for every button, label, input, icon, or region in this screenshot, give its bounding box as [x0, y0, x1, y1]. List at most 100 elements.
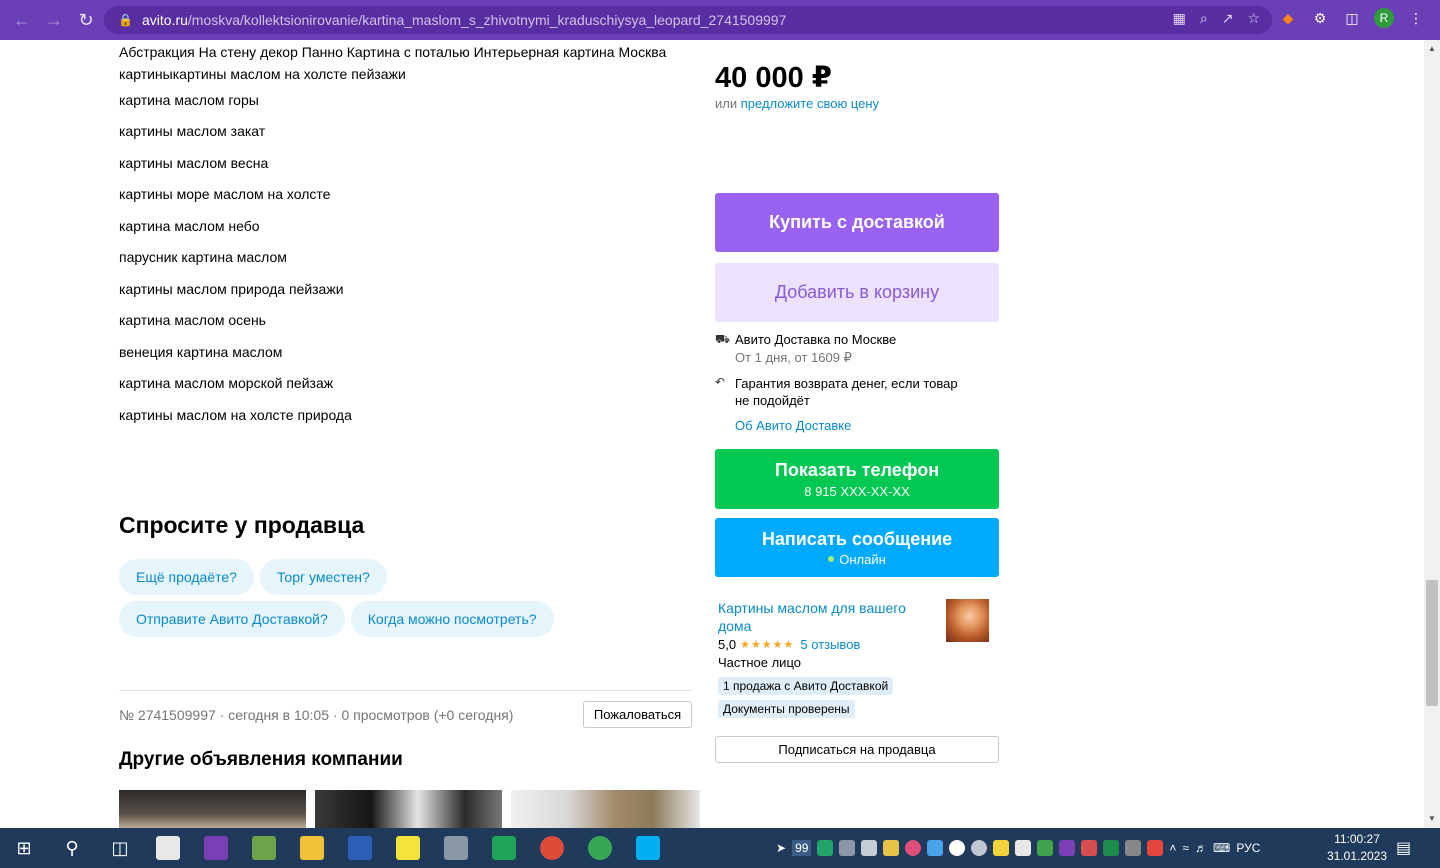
wifi-icon[interactable]: ≈ [1182, 841, 1189, 855]
search-icon[interactable]: ⚲ [48, 828, 96, 868]
windows-start-icon[interactable]: ⊞ [0, 828, 48, 868]
onenote-app-icon[interactable] [192, 828, 240, 868]
windows-taskbar: ⊞ ⚲ ◫ ➤ 99 ˄ ≈ ♬ ⌨ РУС 11:00:27 31.01.20… [0, 828, 1440, 868]
price: 40 000 ₽ [715, 62, 832, 94]
listing-thumbnail[interactable] [315, 790, 502, 828]
notepad-app-icon[interactable] [240, 828, 288, 868]
explorer-app-icon[interactable] [288, 828, 336, 868]
add-to-cart-button[interactable]: Добавить в корзину [715, 263, 999, 322]
refresh-icon[interactable] [1081, 840, 1098, 856]
keyword-item: картины маслом на холсте природа [119, 406, 352, 423]
bookmark-star-icon[interactable]: ☆ [1247, 10, 1260, 27]
settings-icon[interactable] [971, 840, 988, 856]
report-button[interactable]: Пожаловаться [583, 701, 692, 728]
listing-thumbnail[interactable] [511, 790, 700, 828]
guarantee-info: ↶ Гарантия возврата денег, если товар не… [715, 375, 958, 409]
word-app-icon[interactable] [336, 828, 384, 868]
tool-app-icon[interactable] [432, 828, 480, 868]
fx-icon[interactable] [1103, 840, 1120, 856]
reviews-link[interactable]: 5 отзывов [800, 637, 860, 652]
shield-icon[interactable] [817, 840, 834, 856]
keyword-list: картина маслом горы картины маслом закат… [119, 84, 699, 431]
language-indicator[interactable]: РУС [1236, 841, 1260, 855]
files-app-icon[interactable] [144, 828, 192, 868]
metamask-icon[interactable]: ◆ [1278, 8, 1298, 28]
scroll-up-icon[interactable]: ▲ [1428, 44, 1436, 53]
url-host: avito.ru [142, 12, 188, 28]
write-message-label: Написать сообщение [761, 528, 953, 549]
seller-avatar[interactable] [946, 599, 989, 642]
usb-icon[interactable] [1125, 840, 1142, 856]
record-icon[interactable] [905, 840, 922, 856]
monitor-icon[interactable] [839, 840, 856, 856]
question-chip[interactable]: Ещё продаёте? [119, 559, 254, 595]
keyword-item: картина маслом осень [119, 312, 266, 329]
keyword-item: картины море маслом на холсте [119, 186, 331, 203]
write-message-button[interactable]: Написать сообщение Онлайн [715, 518, 999, 577]
page-scrollbar[interactable]: ▲ ▼ [1424, 40, 1440, 828]
keyboard-layout-icon[interactable]: ⌨ [1213, 841, 1230, 855]
listing-meta: № 2741509997 · сегодня в 10:05 · 0 просм… [119, 707, 514, 723]
sheets-app-icon[interactable] [480, 828, 528, 868]
volume-icon[interactable]: ♬ [1195, 841, 1207, 855]
check-icon[interactable] [993, 840, 1010, 856]
skype-app-icon[interactable] [624, 828, 672, 868]
ask-seller-title: Спросите у продавца [119, 512, 365, 538]
online-status: Онлайн [828, 552, 886, 567]
notifications-icon[interactable]: ▤ [1396, 838, 1416, 858]
subscribe-seller-button[interactable]: Подписаться на продавца [715, 736, 999, 763]
forward-icon[interactable]: → [38, 4, 70, 36]
show-phone-button[interactable]: Показать телефон 8 915 XXX-XX-XX [715, 449, 999, 509]
caret-icon[interactable]: ˄ [1169, 841, 1176, 855]
question-chip[interactable]: Отправите Авито Доставкой? [119, 601, 345, 637]
back-icon[interactable]: ← [6, 4, 38, 36]
seller-name-link[interactable]: Картины маслом для вашего дома [718, 599, 928, 635]
page-content: Абстракция На стену декор Панно Картина … [0, 40, 1424, 828]
clock[interactable]: 11:00:27 31.01.2023 [1322, 831, 1392, 865]
telegram-icon[interactable]: ➤ [776, 841, 786, 855]
vpn-icon[interactable] [1037, 840, 1054, 856]
menu-icon[interactable]: ⋮ [1406, 8, 1426, 28]
address-bar[interactable]: 🔒 avito.ru /moskva/kollektsionirovanie/k… [104, 6, 1272, 34]
system-tray: ➤ 99 ˄ ≈ ♬ ⌨ РУС [776, 828, 1260, 868]
about-delivery-link[interactable]: Об Авито Доставке [735, 418, 851, 433]
window-icon[interactable] [1015, 840, 1032, 856]
sidebar-icon[interactable]: ◫ [1342, 8, 1362, 28]
antivirus-icon[interactable] [1147, 840, 1164, 856]
offer-price-link[interactable]: предложите свою цену [741, 96, 879, 111]
extensions-icon[interactable]: ⚙ [1310, 8, 1330, 28]
keyword-item: картина маслом морской пейзаж [119, 375, 334, 392]
tray-badge[interactable]: 99 [792, 840, 812, 856]
scrollbar-thumb[interactable] [1426, 580, 1438, 706]
keyboard-icon[interactable] [861, 840, 878, 856]
keyword-item: венеция картина маслом [119, 343, 283, 360]
browser-toolbar: ← → ↻ 🔒 avito.ru /moskva/kollektsionirov… [0, 0, 1440, 40]
notes-icon[interactable] [883, 840, 900, 856]
onenote-tray-icon[interactable] [1059, 840, 1076, 856]
reload-icon[interactable]: ↻ [70, 4, 102, 36]
lock-icon: 🔒 [118, 13, 133, 27]
truck-icon: ⛟ [715, 332, 731, 346]
offer-prefix: или [715, 96, 741, 111]
buy-with-delivery-button[interactable]: Купить с доставкой [715, 193, 999, 252]
scroll-down-icon[interactable]: ▼ [1428, 814, 1436, 823]
keyword-item: картина маслом горы [119, 91, 259, 108]
listing-thumbnail[interactable] [119, 790, 306, 828]
zoom-icon[interactable]: ⌕ [1200, 10, 1208, 27]
translate-icon[interactable]: ▦ [1173, 10, 1186, 27]
delivery-sub: От 1 дня, от 1609 ₽ [735, 350, 852, 365]
profile-avatar[interactable]: R [1374, 8, 1394, 28]
question-chip[interactable]: Торг уместен? [259, 559, 387, 595]
delivery-title: Авито Доставка по Москве [735, 332, 897, 347]
steam-icon[interactable] [949, 840, 966, 856]
chrome-app-icon[interactable] [528, 828, 576, 868]
share-icon[interactable]: ↗ [1222, 10, 1234, 27]
chrome-profile-app-icon[interactable] [576, 828, 624, 868]
question-chip[interactable]: Когда можно посмотреть? [350, 601, 554, 637]
seller-badge: 1 продажа с Авито Доставкой [718, 677, 894, 695]
screenshot-icon[interactable] [927, 840, 944, 856]
sticky-notes-app-icon[interactable] [384, 828, 432, 868]
guarantee-line1: Гарантия возврата денег, если товар [735, 376, 958, 391]
keyword-item: картина маслом небо [119, 217, 260, 234]
task-view-icon[interactable]: ◫ [96, 828, 144, 868]
